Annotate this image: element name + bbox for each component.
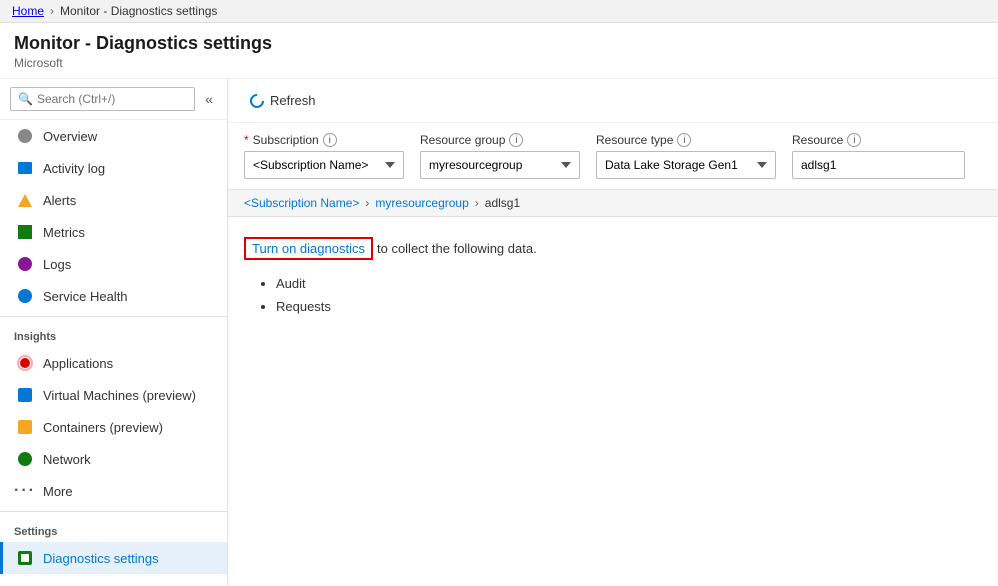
vm-icon xyxy=(17,387,33,403)
sidebar-item-service-health[interactable]: Service Health xyxy=(0,280,227,312)
data-collection-list: Audit Requests xyxy=(244,272,982,319)
sidebar-item-logs[interactable]: Logs xyxy=(0,248,227,280)
subscription-filter: * Subscription i <Subscription Name> xyxy=(244,133,404,179)
more-icon: ··· xyxy=(17,483,33,499)
alerts-icon xyxy=(17,192,33,208)
resource-filter: Resource i xyxy=(792,133,965,179)
sub-breadcrumb-resource-group[interactable]: myresourcegroup xyxy=(375,196,468,210)
sidebar-item-containers[interactable]: Containers (preview) xyxy=(0,411,227,443)
logs-icon xyxy=(17,256,33,272)
required-star: * xyxy=(244,133,249,147)
sidebar-item-label-logs: Logs xyxy=(43,257,71,272)
sidebar-item-label-applications: Applications xyxy=(43,356,113,371)
filter-bar: * Subscription i <Subscription Name> Res… xyxy=(228,123,998,189)
sub-breadcrumb: <Subscription Name> › myresourcegroup › … xyxy=(228,189,998,217)
refresh-label: Refresh xyxy=(270,93,316,108)
page-header: Monitor - Diagnostics settings Microsoft xyxy=(0,23,998,79)
page-title: Monitor - Diagnostics settings xyxy=(14,33,984,54)
network-icon xyxy=(17,451,33,467)
sidebar-item-overview[interactable]: Overview xyxy=(0,120,227,152)
refresh-icon xyxy=(247,91,267,111)
sidebar-divider1 xyxy=(0,316,227,317)
resource-type-label: Resource type i xyxy=(596,133,776,147)
applications-icon xyxy=(17,355,33,371)
breadcrumb-current: Monitor - Diagnostics settings xyxy=(60,4,217,18)
turn-on-description: to collect the following data. xyxy=(377,241,537,256)
sidebar-item-metrics[interactable]: Metrics xyxy=(0,216,227,248)
sidebar-item-more[interactable]: ··· More xyxy=(0,475,227,507)
resource-type-info-icon[interactable]: i xyxy=(677,133,691,147)
subscription-select[interactable]: <Subscription Name> xyxy=(244,151,404,179)
breadcrumb-sep1: › xyxy=(50,4,54,18)
settings-section-label: Settings xyxy=(0,516,227,542)
sub-breadcrumb-sep1: › xyxy=(365,196,369,210)
resource-type-select[interactable]: Data Lake Storage Gen1 xyxy=(596,151,776,179)
metrics-icon xyxy=(17,224,33,240)
sidebar-divider2 xyxy=(0,511,227,512)
sidebar-item-label-virtual-machines: Virtual Machines (preview) xyxy=(43,388,196,403)
containers-icon xyxy=(17,419,33,435)
sidebar-item-network[interactable]: Network xyxy=(0,443,227,475)
sidebar-item-label-containers: Containers (preview) xyxy=(43,420,163,435)
resource-label: Resource i xyxy=(792,133,965,147)
toolbar: Refresh xyxy=(228,79,998,123)
turn-on-row: Turn on diagnostics to collect the follo… xyxy=(244,237,982,260)
sidebar-item-label-service-health: Service Health xyxy=(43,289,128,304)
collapse-sidebar-button[interactable]: « xyxy=(201,89,217,109)
sidebar-item-activity-log[interactable]: Activity log xyxy=(0,152,227,184)
sidebar-item-label-alerts: Alerts xyxy=(43,193,76,208)
search-input[interactable] xyxy=(10,87,195,111)
diagnostics-icon xyxy=(17,550,33,566)
page-subtitle: Microsoft xyxy=(14,56,984,70)
content-area: Refresh * Subscription i <Subscription N… xyxy=(228,79,998,586)
sub-breadcrumb-sep2: › xyxy=(475,196,479,210)
resource-info-icon[interactable]: i xyxy=(847,133,861,147)
sidebar-item-label-network: Network xyxy=(43,452,91,467)
subscription-info-icon[interactable]: i xyxy=(323,133,337,147)
overview-icon xyxy=(17,128,33,144)
sidebar-item-alerts[interactable]: Alerts xyxy=(0,184,227,216)
sidebar-item-label-more: More xyxy=(43,484,73,499)
resource-input[interactable] xyxy=(792,151,965,179)
service-health-icon xyxy=(17,288,33,304)
sidebar-item-applications[interactable]: Applications xyxy=(0,347,227,379)
sidebar-item-label-metrics: Metrics xyxy=(43,225,85,240)
content-body: Turn on diagnostics to collect the follo… xyxy=(228,217,998,586)
resource-group-select[interactable]: myresourcegroup xyxy=(420,151,580,179)
sidebar-item-diagnostics-settings[interactable]: Diagnostics settings xyxy=(0,542,227,574)
refresh-button[interactable]: Refresh xyxy=(244,89,322,112)
resource-group-label: Resource group i xyxy=(420,133,580,147)
list-item-requests: Requests xyxy=(276,295,982,318)
top-breadcrumb: Home › Monitor - Diagnostics settings xyxy=(0,0,998,23)
breadcrumb-home[interactable]: Home xyxy=(12,4,44,18)
sidebar-search-row: 🔍 « xyxy=(0,79,227,120)
resource-group-info-icon[interactable]: i xyxy=(509,133,523,147)
main-layout: 🔍 « Overview Activity log Alerts Metrics… xyxy=(0,79,998,586)
sub-breadcrumb-resource: adlsg1 xyxy=(485,196,520,210)
sidebar-item-virtual-machines[interactable]: Virtual Machines (preview) xyxy=(0,379,227,411)
list-item-audit: Audit xyxy=(276,272,982,295)
resource-type-filter: Resource type i Data Lake Storage Gen1 xyxy=(596,133,776,179)
sidebar: 🔍 « Overview Activity log Alerts Metrics… xyxy=(0,79,228,586)
resource-group-filter: Resource group i myresourcegroup xyxy=(420,133,580,179)
subscription-label: * Subscription i xyxy=(244,133,404,147)
sidebar-item-label-activity-log: Activity log xyxy=(43,161,105,176)
sub-breadcrumb-subscription[interactable]: <Subscription Name> xyxy=(244,196,359,210)
turn-on-diagnostics-link[interactable]: Turn on diagnostics xyxy=(244,237,373,260)
insights-section-label: Insights xyxy=(0,321,227,347)
search-icon: 🔍 xyxy=(18,92,33,106)
sidebar-item-label-overview: Overview xyxy=(43,129,97,144)
sidebar-item-label-diagnostics: Diagnostics settings xyxy=(43,551,159,566)
activity-log-icon xyxy=(17,160,33,176)
